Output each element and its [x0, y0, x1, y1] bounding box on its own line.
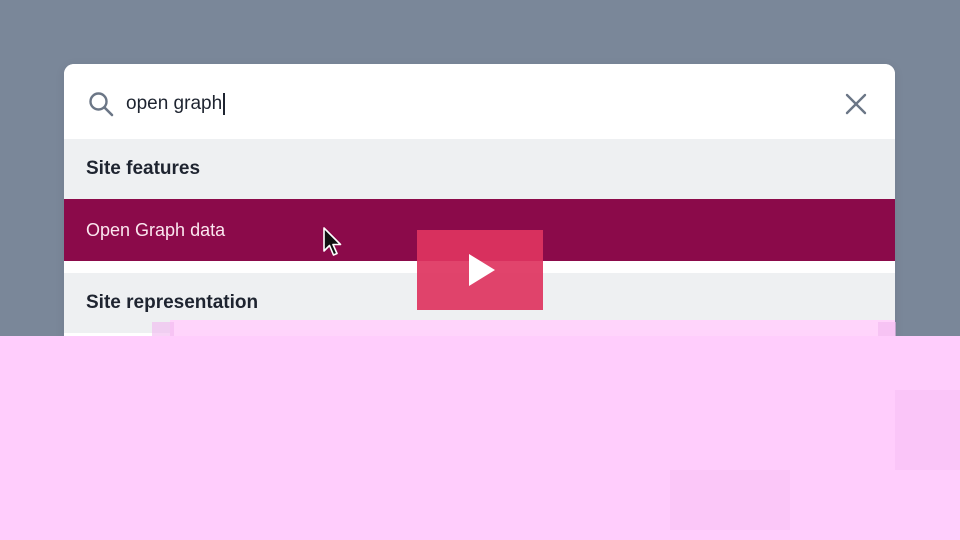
- mouse-pointer-icon: [323, 227, 342, 256]
- overlay-artifact: [152, 322, 174, 336]
- text-caret: [223, 93, 225, 115]
- search-input[interactable]: open graph: [126, 88, 225, 120]
- search-icon: [89, 92, 114, 117]
- search-bar: open graph: [64, 64, 895, 139]
- video-overlay-strip: [170, 320, 895, 336]
- section-heading-site-features: Site features: [64, 139, 895, 199]
- overlay-artifact: [895, 390, 960, 470]
- overlay-artifact: [878, 322, 896, 336]
- play-icon: [469, 254, 495, 286]
- search-query-text: open graph: [126, 93, 223, 114]
- video-overlay-band: [0, 336, 960, 540]
- video-play-button[interactable]: [417, 230, 543, 310]
- search-modal: open graph Site features Open Graph data…: [64, 64, 895, 364]
- close-icon[interactable]: [844, 92, 868, 116]
- overlay-artifact: [670, 470, 790, 530]
